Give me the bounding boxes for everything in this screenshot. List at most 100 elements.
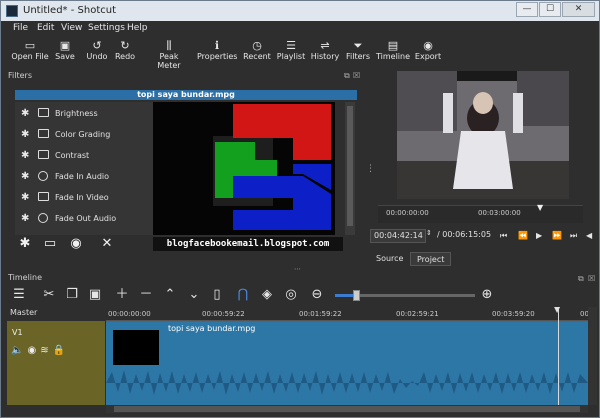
redo-button[interactable]: ↻ Redo	[112, 39, 138, 61]
timeline-clip[interactable]: topi saya bundar.mpg	[106, 322, 588, 405]
close-button[interactable]: ✕	[562, 2, 595, 17]
track-headers: Master V1 🔈◉≋🔒	[7, 307, 105, 405]
export-button[interactable]: ◉ Export	[414, 39, 442, 61]
minimize-button[interactable]: —	[516, 2, 538, 17]
paste-icon[interactable]: ▣	[87, 287, 103, 303]
cut-icon[interactable]: ✂	[41, 287, 57, 303]
scrollbar-thumb[interactable]	[114, 406, 580, 412]
float-panel-icon[interactable]: ⧉	[344, 71, 350, 81]
time-spinner-icon[interactable]: ⇕	[426, 229, 432, 237]
save-button[interactable]: ▣ Save	[52, 39, 78, 61]
playhead-marker[interactable]: ▼	[537, 203, 543, 212]
history-button[interactable]: ⇌ History	[310, 39, 340, 61]
overwrite-icon[interactable]: ⌄	[186, 287, 202, 303]
list-icon: ☰	[286, 39, 296, 52]
timeline-playhead[interactable]	[558, 307, 559, 405]
title-bar: Untitled* - Shotcut — ☐ ✕	[1, 1, 599, 21]
menu-help[interactable]: Help	[127, 23, 148, 33]
clip-thumbnail	[113, 330, 159, 365]
copy-icon[interactable]: ❐	[64, 287, 80, 303]
clip-label: topi saya bundar.mpg	[168, 324, 256, 333]
video-preview	[397, 71, 569, 199]
split-icon[interactable]: ▯	[209, 287, 225, 303]
filter-item-label: Brightness	[55, 109, 98, 118]
funnel-icon: ⏷	[353, 39, 363, 52]
remove-filter-button[interactable]: ✕	[98, 235, 116, 253]
splitter-handle[interactable]: ⋯	[294, 265, 301, 273]
append-icon[interactable]: ＋	[114, 287, 130, 303]
video-filter-button[interactable]: ▭	[41, 235, 59, 253]
zoom-out-icon[interactable]: ⊖	[309, 287, 325, 303]
timeline-button[interactable]: ▤ Timeline	[376, 39, 410, 61]
composite-icon[interactable]: ≋	[40, 345, 52, 356]
filters-button[interactable]: ⏷ Filters	[344, 39, 372, 61]
timeline-tracks[interactable]: 00:00:00:00 00:00:59:22 00:01:59:22 00:0…	[106, 307, 588, 405]
snap-magnet-icon[interactable]: ⋂	[235, 287, 251, 303]
ripple-icon[interactable]: ◎	[283, 287, 299, 303]
mute-icon[interactable]: 🔈	[11, 345, 27, 356]
ruler-label: 00:01:59:22	[299, 310, 342, 318]
ruler-label: 00:00:00:00	[108, 310, 151, 318]
menu-bar: File Edit View Settings Help	[1, 21, 599, 36]
favorite-star-button[interactable]: ✱	[16, 235, 34, 253]
recent-button[interactable]: ◷ Recent	[242, 39, 272, 61]
hide-eye-icon[interactable]: ◉	[27, 345, 40, 356]
playhead-marker[interactable]: ▼	[554, 307, 560, 314]
window-title: Untitled* - Shotcut	[23, 5, 117, 16]
monitor-icon	[38, 150, 49, 159]
filter-list-scrollbar[interactable]	[345, 102, 355, 235]
folder-open-icon: ▭	[24, 39, 36, 52]
player-scrubber[interactable]: 00:00:00:00 00:03:00:00 ▼	[378, 203, 583, 223]
properties-button[interactable]: ℹ Properties	[197, 39, 237, 61]
scrub-eye-icon[interactable]: ◈	[259, 287, 275, 303]
timeline-ruler[interactable]: 00:00:00:00 00:00:59:22 00:01:59:22 00:0…	[106, 307, 588, 321]
audio-filter-icon: ◉	[70, 236, 82, 251]
open-file-button[interactable]: ▭ Open File	[11, 39, 49, 61]
fast-forward-icon[interactable]: ⏩	[552, 231, 562, 240]
video-frame-image	[397, 71, 569, 199]
zoom-slider-fill	[335, 294, 355, 297]
menu-settings[interactable]: Settings	[88, 23, 125, 33]
audio-filter-button[interactable]: ◉	[67, 235, 85, 253]
menu-edit[interactable]: Edit	[37, 23, 54, 33]
timeline-horizontal-scrollbar[interactable]	[106, 405, 588, 413]
float-panel-icon[interactable]: ⧉	[578, 274, 584, 284]
playlist-button[interactable]: ☰ Playlist	[276, 39, 306, 61]
peak-meter-button[interactable]: ⫼ Peak Meter	[147, 39, 191, 70]
menu-view[interactable]: View	[61, 23, 82, 33]
menu-file[interactable]: File	[13, 23, 28, 33]
play-icon[interactable]: ▶	[536, 231, 542, 240]
tab-source[interactable]: Source	[370, 252, 409, 266]
skip-to-start-icon[interactable]: ⏮	[500, 231, 507, 241]
filter-item-color-grading[interactable]: ✱ Color Grading	[15, 125, 153, 146]
filters-panel-title: Filters	[8, 71, 32, 80]
timeline-menu-icon[interactable]: ☰	[11, 287, 27, 303]
current-time-field[interactable]: 00:04:42:14	[370, 229, 426, 243]
track-header-v1[interactable]: V1 🔈◉≋🔒	[7, 321, 105, 405]
timeline-vertical-scrollbar[interactable]	[588, 307, 597, 405]
rewind-icon[interactable]: ⏪	[518, 231, 528, 240]
filter-item-fade-in-audio[interactable]: ✱ Fade In Audio	[15, 167, 153, 188]
skip-to-end-icon[interactable]: ⏭	[570, 231, 577, 241]
filter-item-fade-in-video[interactable]: ✱ Fade In Video	[15, 188, 153, 209]
zoom-slider[interactable]	[335, 290, 475, 301]
tab-project[interactable]: Project	[410, 252, 452, 266]
lift-icon[interactable]: ⌃	[162, 287, 178, 303]
undo-button[interactable]: ↺ Undo	[84, 39, 110, 61]
filter-item-contrast[interactable]: ✱ Contrast	[15, 146, 153, 167]
save-label: Save	[55, 52, 75, 61]
filter-item-fade-out-audio[interactable]: ✱ Fade Out Audio	[15, 209, 153, 230]
scrollbar-thumb[interactable]	[347, 106, 353, 226]
volume-icon[interactable]: ◀	[586, 231, 592, 240]
lock-icon[interactable]: 🔒	[53, 345, 69, 356]
ruler-label: 00:00:59:22	[202, 310, 245, 318]
zoom-slider-handle[interactable]	[353, 290, 360, 301]
filter-item-brightness[interactable]: ✱ Brightness	[15, 104, 153, 125]
maximize-button[interactable]: ☐	[539, 2, 561, 17]
track-name: V1	[12, 328, 23, 337]
zoom-in-icon[interactable]: ⊕	[479, 287, 495, 303]
close-panel-icon[interactable]: ☒	[353, 71, 360, 80]
redo-icon: ↻	[120, 39, 130, 52]
remove-icon[interactable]: －	[138, 287, 154, 303]
close-panel-icon[interactable]: ☒	[588, 274, 595, 283]
